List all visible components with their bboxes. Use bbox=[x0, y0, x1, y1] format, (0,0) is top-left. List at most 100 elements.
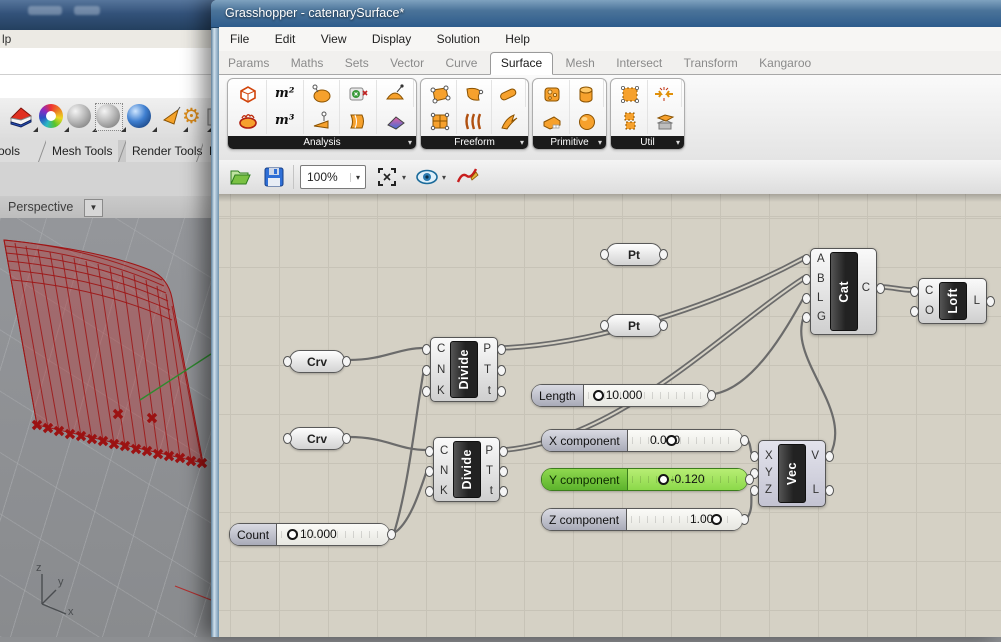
cylinder-icon[interactable] bbox=[570, 80, 605, 107]
gradient-pyramid-icon[interactable] bbox=[377, 107, 414, 134]
param-pt-2[interactable]: Pt bbox=[606, 314, 662, 337]
menu-file[interactable]: File bbox=[219, 27, 260, 46]
port-c-out[interactable]: C bbox=[862, 281, 870, 295]
slider-x-component[interactable]: X component 0.000 bbox=[541, 429, 743, 452]
cone-point-icon[interactable] bbox=[304, 107, 341, 134]
port-o[interactable]: O bbox=[925, 304, 934, 318]
port-n[interactable]: N bbox=[437, 363, 445, 377]
settings-gear-icon[interactable]: ⚙ bbox=[182, 104, 208, 130]
tab-mesh-tools[interactable]: Mesh Tools bbox=[46, 140, 118, 162]
sphere-icon[interactable] bbox=[570, 107, 605, 134]
preview-eye-icon[interactable] bbox=[414, 164, 440, 190]
port-t-upper[interactable]: T bbox=[486, 464, 493, 478]
pie-render-icon[interactable] bbox=[8, 104, 34, 130]
open-file-icon[interactable] bbox=[227, 164, 253, 190]
component-divide-1[interactable]: C N K Divide P T t bbox=[430, 337, 498, 402]
m3-volume-icon[interactable]: m³ bbox=[267, 107, 304, 134]
component-divide-2[interactable]: C N K Divide P T t bbox=[433, 437, 500, 502]
dotted-column-icon[interactable] bbox=[613, 107, 648, 134]
tab-transform[interactable]: Transform bbox=[675, 52, 747, 70]
port-a[interactable]: A bbox=[817, 252, 825, 266]
group-expand-icon[interactable]: ▾ bbox=[598, 136, 602, 149]
port-l[interactable]: L bbox=[813, 483, 819, 497]
port-c[interactable]: C bbox=[925, 284, 933, 298]
slider-y-component-selected[interactable]: Y component -0.120 bbox=[541, 468, 748, 491]
menu-edit[interactable]: Edit bbox=[264, 27, 307, 46]
port-y[interactable]: Y bbox=[765, 466, 773, 480]
chevron-down-icon[interactable]: ▾ bbox=[402, 173, 406, 182]
slider-track[interactable]: -0.120 bbox=[628, 469, 748, 490]
tab-kangaroo[interactable]: Kangaroo bbox=[750, 52, 820, 70]
chevron-down-icon[interactable]: ▾ bbox=[442, 173, 446, 182]
port-t-lower[interactable]: t bbox=[488, 384, 491, 398]
slider-track[interactable]: 0.000 bbox=[628, 430, 742, 451]
m2-area-icon[interactable]: m² bbox=[267, 80, 304, 107]
menu-solution[interactable]: Solution bbox=[426, 27, 491, 46]
tab-params[interactable]: Params bbox=[219, 52, 278, 70]
curved-blob-icon[interactable] bbox=[457, 80, 491, 107]
pipe-icon[interactable] bbox=[492, 80, 526, 107]
slider-knob[interactable] bbox=[658, 474, 669, 485]
port-t-upper[interactable]: T bbox=[484, 363, 491, 377]
point-on-surface-icon[interactable] bbox=[304, 80, 341, 107]
rendered-sphere-icon[interactable] bbox=[127, 104, 153, 130]
zoom-extents-icon[interactable] bbox=[374, 164, 400, 190]
zoom-level-dropdown[interactable]: 100% ▾ bbox=[300, 165, 366, 189]
port-p[interactable]: P bbox=[485, 444, 493, 458]
group-label-analysis[interactable]: Analysis▾ bbox=[228, 136, 416, 149]
slider-track[interactable]: 10.000 bbox=[277, 524, 389, 545]
color-wheel-icon[interactable] bbox=[39, 104, 65, 130]
shaded-sphere-icon[interactable] bbox=[67, 104, 93, 130]
component-catenary[interactable]: A B L G Cat C bbox=[810, 248, 877, 335]
param-crv-1[interactable]: Crv bbox=[289, 350, 345, 373]
slider-knob[interactable] bbox=[287, 529, 298, 540]
port-k[interactable]: K bbox=[440, 484, 448, 498]
help-menu-partial[interactable]: lp bbox=[2, 32, 11, 46]
tab-curve[interactable]: Curve bbox=[436, 52, 486, 70]
slider-z-component[interactable]: 1.000 Z component bbox=[541, 508, 743, 531]
port-k[interactable]: K bbox=[437, 384, 445, 398]
port-b[interactable]: B bbox=[817, 272, 825, 286]
wedge-icon[interactable] bbox=[535, 107, 570, 134]
rhino-title-bar[interactable] bbox=[0, 0, 219, 30]
rhino-menu-bar[interactable]: lp bbox=[0, 30, 219, 48]
sketch-pen-icon[interactable] bbox=[454, 164, 480, 190]
tab-surface[interactable]: Surface bbox=[490, 52, 553, 75]
param-pt-1[interactable]: Pt bbox=[606, 243, 662, 266]
x-box-icon[interactable] bbox=[340, 80, 377, 107]
dome-arrow-icon[interactable] bbox=[377, 80, 414, 107]
box-corners-icon[interactable] bbox=[230, 80, 267, 107]
menu-display[interactable]: Display bbox=[361, 27, 422, 46]
component-loft[interactable]: C O Loft L bbox=[918, 278, 987, 324]
holed-box-icon[interactable] bbox=[535, 80, 570, 107]
port-z[interactable]: Z bbox=[765, 483, 772, 497]
viewport-dropdown[interactable]: ▼ bbox=[84, 199, 103, 217]
ghosted-sphere-icon[interactable] bbox=[96, 104, 122, 130]
group-expand-icon[interactable]: ▾ bbox=[676, 136, 680, 149]
slider-knob[interactable] bbox=[593, 390, 604, 401]
port-l[interactable]: L bbox=[974, 294, 980, 308]
slider-count[interactable]: Count 10.000 bbox=[229, 523, 390, 546]
perspective-viewport[interactable]: z y x bbox=[0, 218, 211, 637]
capped-box-icon[interactable] bbox=[648, 107, 683, 134]
tab-maths[interactable]: Maths bbox=[282, 52, 333, 70]
tab-sets[interactable]: Sets bbox=[336, 52, 378, 70]
tab-vector[interactable]: Vector bbox=[381, 52, 433, 70]
param-crv-2[interactable]: Crv bbox=[289, 427, 345, 450]
dotted-patch-icon[interactable] bbox=[613, 80, 648, 107]
port-p[interactable]: P bbox=[483, 342, 491, 356]
component-vec[interactable]: X Y Z Vec V L bbox=[758, 440, 826, 507]
loft-waves-icon[interactable] bbox=[457, 107, 491, 134]
port-v[interactable]: V bbox=[811, 449, 819, 463]
slider-knob[interactable] bbox=[666, 435, 677, 446]
tab-mesh[interactable]: Mesh bbox=[557, 52, 604, 70]
grasshopper-canvas[interactable]: Pt Pt Crv Crv C N K Divide P T t C N K D… bbox=[219, 194, 1001, 637]
slider-knob[interactable] bbox=[711, 514, 722, 525]
save-file-icon[interactable] bbox=[261, 164, 287, 190]
grasshopper-title-bar[interactable]: Grasshopper - catenarySurface* bbox=[211, 0, 1001, 28]
port-n[interactable]: N bbox=[440, 464, 448, 478]
port-c[interactable]: C bbox=[440, 444, 448, 458]
brep-wave-icon[interactable] bbox=[340, 107, 377, 134]
collapse-arrows-icon[interactable] bbox=[648, 80, 683, 107]
slider-track[interactable]: 10.000 bbox=[584, 385, 709, 406]
